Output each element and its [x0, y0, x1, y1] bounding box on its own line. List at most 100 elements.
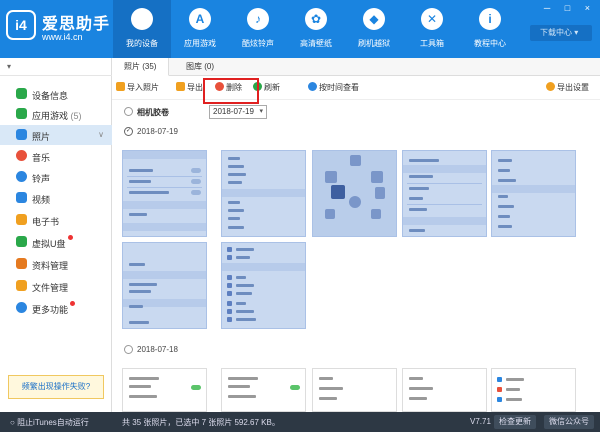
folder-icon	[16, 280, 27, 291]
download-center-button[interactable]: 下载中心 ▾	[530, 25, 592, 41]
nav-label: 酷炫铃声	[242, 39, 274, 48]
thumb-text	[129, 377, 159, 380]
date-section-header: ✓ 2018-07-19	[112, 124, 600, 140]
toolbar: 导入照片 导出 删除 刷新 按时间查看 导出设置	[112, 76, 600, 100]
thumb-toggle	[191, 385, 201, 390]
photo-thumbnail[interactable]	[221, 150, 306, 237]
check-circle-icon	[308, 82, 317, 91]
photo-thumbnail[interactable]	[312, 368, 397, 412]
thumb-text	[129, 263, 145, 266]
import-label: 导入照片	[127, 83, 159, 92]
section-date: 2018-07-19	[137, 127, 178, 136]
info-icon: i	[479, 8, 501, 30]
photo-thumbnail[interactable]	[122, 242, 207, 329]
thumb-text	[409, 208, 427, 211]
thumb-text	[506, 398, 522, 401]
thumb-text	[236, 318, 256, 321]
delete-highlight-box	[203, 78, 259, 104]
bell-icon	[16, 171, 27, 182]
date-select[interactable]: 2018-07-19 ▾	[209, 105, 267, 119]
thumb-text	[498, 225, 512, 228]
nav-label: 工具箱	[420, 39, 444, 48]
chevron-down-icon: ▾	[574, 28, 579, 37]
sidebar-item-virtual-usb[interactable]: 虚拟U盘	[0, 232, 112, 252]
export-label: 导出	[187, 83, 203, 92]
radio-icon: ○	[10, 418, 18, 427]
nav-tab-toolbox[interactable]: ✕ 工具箱	[403, 0, 461, 58]
thumb-text	[129, 191, 169, 194]
sidebar-item-ringtones[interactable]: 铃声	[0, 167, 112, 187]
thumb-band	[123, 223, 206, 231]
feedback-link[interactable]: 频繁出现操作失败?	[8, 375, 104, 399]
album-radio[interactable]	[124, 107, 133, 116]
download-center-label: 下载中心	[540, 28, 572, 37]
album-label: 相机胶卷	[137, 108, 169, 117]
apple-icon	[131, 8, 153, 30]
music-icon	[16, 150, 27, 161]
thumb-text	[506, 388, 520, 391]
thumb-line	[407, 204, 482, 205]
sidebar-item-count: (5)	[70, 111, 82, 121]
check-update-button[interactable]: 检查更新	[494, 415, 536, 429]
thumb-line	[127, 176, 202, 177]
photo-thumbnail[interactable]	[122, 368, 207, 412]
sidebar-item-label: 资料管理	[32, 261, 69, 271]
thumb-text	[409, 377, 423, 380]
sidebar-item-data-manager[interactable]: 资料管理	[0, 254, 112, 274]
sidebar-item-apps[interactable]: 应用游戏 (5)	[0, 104, 112, 124]
thumb-icon	[497, 397, 502, 402]
logo: i4 爱思助手 www.i4.cn	[6, 10, 111, 50]
sidebar-item-photos[interactable]: 照片 ∨	[0, 125, 112, 145]
thumb-text	[129, 283, 157, 286]
view-by-time-toggle[interactable]: 按时间查看	[308, 82, 359, 93]
nav-tab-ringtones[interactable]: ♪ 酷炫铃声	[229, 0, 287, 58]
sidebar-item-label: 应用游戏	[32, 111, 69, 121]
nav-tab-my-device[interactable]: 我的设备	[113, 0, 171, 58]
device-selector[interactable]: ▾	[0, 58, 112, 76]
thumb-block	[371, 171, 383, 183]
section-check-radio[interactable]: ✓	[124, 127, 133, 136]
tab-photos[interactable]: 照片 (35)	[112, 58, 170, 76]
photo-thumbnail[interactable]	[402, 368, 487, 412]
section-check-radio[interactable]	[124, 345, 133, 354]
photo-thumbnail[interactable]	[491, 150, 576, 237]
thumb-text	[236, 276, 246, 279]
nav-tab-apps[interactable]: A 应用游戏	[171, 0, 229, 58]
sidebar-item-file-manager[interactable]: 文件管理	[0, 276, 112, 296]
nav-label: 刷机越狱	[358, 39, 390, 48]
photo-thumbnail[interactable]	[402, 150, 487, 237]
tab-gallery[interactable]: 图库 (0)	[174, 58, 226, 76]
sidebar-item-music[interactable]: 音乐	[0, 146, 112, 166]
export-settings-button[interactable]: 导出设置	[546, 82, 589, 93]
photo-thumbnail[interactable]	[221, 368, 306, 412]
thumb-text	[228, 165, 244, 168]
import-photos-button[interactable]: 导入照片	[116, 82, 159, 93]
sidebar-item-videos[interactable]: 视频	[0, 188, 112, 208]
appstore-icon: A	[189, 8, 211, 30]
thumb-text	[409, 197, 423, 200]
wechat-button[interactable]: 微信公众号	[544, 415, 594, 429]
sidebar-item-ebooks[interactable]: 电子书	[0, 210, 112, 230]
photo-thumbnail[interactable]	[221, 242, 306, 329]
flower-icon: ✿	[305, 8, 327, 30]
chevron-down-icon: ▾	[259, 108, 263, 115]
photo-thumbnail[interactable]	[122, 150, 207, 237]
photo-thumbnail[interactable]	[312, 150, 397, 237]
logo-name: 爱思助手	[42, 16, 111, 33]
nav-tab-tutorials[interactable]: i 教程中心	[461, 0, 519, 58]
thumb-text	[129, 395, 157, 398]
new-badge-dot	[70, 301, 75, 306]
nav-tab-flash[interactable]: ◆ 刷机越狱	[345, 0, 403, 58]
window-controls[interactable]: ─ □ ×	[544, 3, 596, 13]
sidebar-item-more[interactable]: 更多功能	[0, 298, 112, 318]
photo-thumbnail[interactable]	[491, 368, 576, 412]
block-itunes-toggle[interactable]: ○ 阻止iTunes自动运行	[10, 417, 89, 428]
thumb-text	[228, 181, 242, 184]
sidebar-item-device-info[interactable]: 设备信息	[0, 84, 112, 104]
thumb-text	[129, 385, 151, 388]
export-settings-label: 导出设置	[557, 83, 589, 92]
nav-tab-wallpapers[interactable]: ✿ 高清壁纸	[287, 0, 345, 58]
thumb-text	[236, 248, 254, 251]
export-button[interactable]: 导出	[176, 82, 203, 93]
thumb-text	[129, 321, 149, 324]
